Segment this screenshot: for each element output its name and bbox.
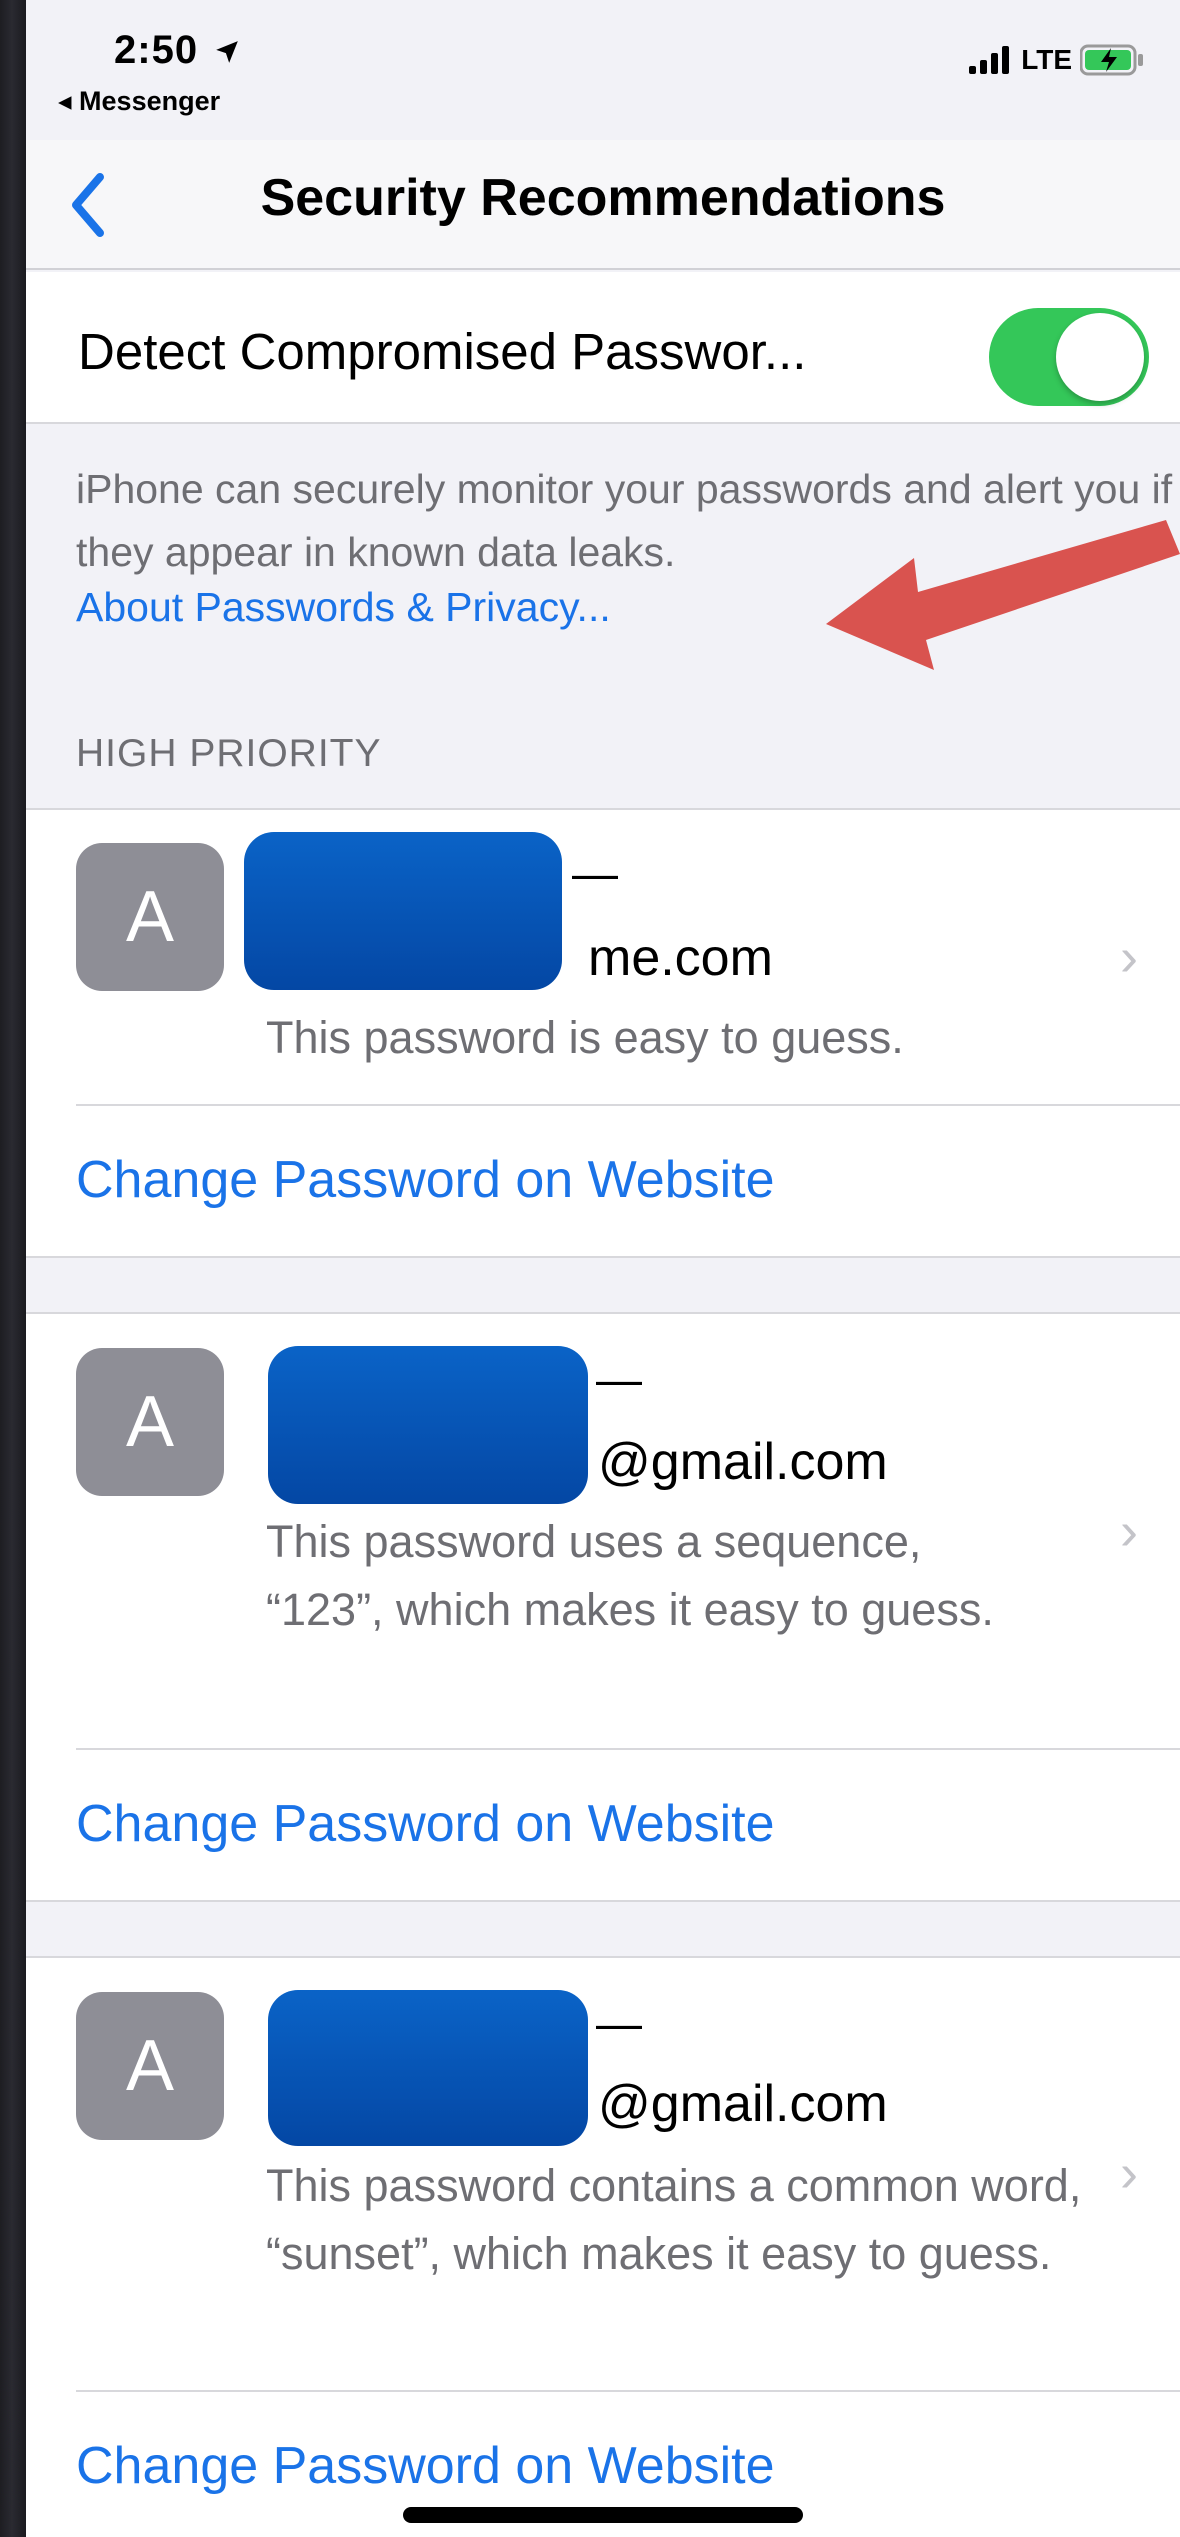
avatar: A	[76, 1992, 224, 2140]
detect-compromised-label: Detect Compromised Passwor...	[78, 323, 807, 380]
network-label: LTE	[1021, 44, 1072, 75]
chevron-right-icon: ›	[1120, 927, 1138, 987]
home-indicator	[403, 2507, 803, 2523]
divider	[76, 2390, 1180, 2392]
status-time: 2:50	[114, 28, 240, 73]
avatar: A	[76, 843, 224, 991]
account-name: @gmail.com	[598, 1433, 888, 1491]
account-dash: —	[596, 1353, 642, 1405]
password-warning: This password uses a sequence, “123”, wh…	[266, 1516, 994, 1635]
toggle-knob	[1056, 313, 1144, 401]
redaction-box	[244, 832, 562, 990]
about-passwords-privacy-link[interactable]: About Passwords & Privacy...	[76, 584, 611, 631]
chevron-right-icon: ›	[1120, 1501, 1138, 1561]
divider	[76, 1748, 1180, 1750]
redaction-box	[268, 1990, 588, 2146]
battery-charging-icon	[1080, 44, 1143, 76]
status-indicators: LTE	[969, 44, 1144, 76]
high-priority-header: HIGH PRIORITY	[76, 732, 382, 775]
signal-bars-icon	[969, 46, 1010, 74]
account-name: me.com	[588, 929, 773, 987]
location-arrow-icon	[216, 41, 239, 64]
detect-compromised-toggle[interactable]	[989, 308, 1149, 406]
change-password-link[interactable]: Change Password on Website	[76, 2436, 775, 2496]
divider	[76, 1104, 1180, 1106]
account-dash: —	[596, 1997, 642, 2049]
avatar: A	[76, 1348, 224, 1496]
page-title: Security Recommendations	[260, 169, 946, 227]
annotation-arrow	[826, 520, 1180, 670]
change-password-link[interactable]: Change Password on Website	[76, 1794, 775, 1854]
account-name: @gmail.com	[598, 2075, 888, 2133]
chevron-right-icon: ›	[1120, 2143, 1138, 2203]
password-warning: This password contains a common word, “s…	[266, 2160, 1082, 2279]
phone-screen: 2:50 ◂ Messenger LTE Security Recommenda…	[26, 0, 1180, 2537]
redaction-box	[268, 1346, 588, 1504]
account-dash: —	[572, 847, 618, 899]
password-warning: This password is easy to guess.	[266, 1012, 904, 1063]
back-to-app-link[interactable]: ◂ Messenger	[58, 86, 220, 117]
change-password-link[interactable]: Change Password on Website	[76, 1150, 775, 1210]
